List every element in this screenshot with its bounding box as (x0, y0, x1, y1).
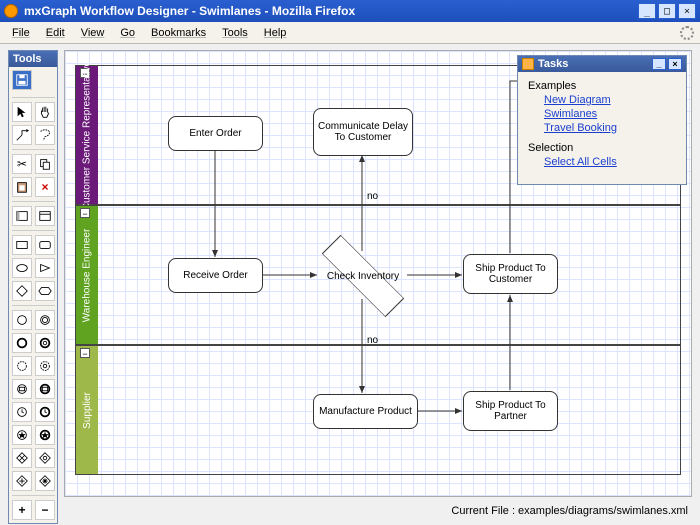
workspace: Tools ✂ × (0, 44, 700, 525)
menu-help[interactable]: Help (258, 25, 293, 41)
circle-dash-double-shape[interactable] (35, 356, 55, 376)
lane-label: Supplier (82, 392, 93, 429)
node-manufacture[interactable]: Manufacture Product (313, 394, 418, 429)
tasks-selection-heading: Selection (528, 142, 676, 154)
window-title: mxGraph Workflow Designer - Swimlanes - … (24, 4, 638, 18)
container-shape[interactable] (35, 206, 55, 226)
circle-dash-shape[interactable] (12, 356, 32, 376)
lasso-tool[interactable] (35, 125, 55, 145)
paste-button[interactable] (12, 177, 32, 197)
node-receive-order[interactable]: Receive Order (168, 258, 263, 293)
minimize-button[interactable]: _ (638, 3, 656, 19)
gateway-o-shape[interactable] (35, 448, 55, 468)
menu-edit[interactable]: Edit (40, 25, 71, 41)
lane-warehouse[interactable]: − Warehouse Engineer Receive Order Check… (75, 205, 681, 345)
delete-button[interactable]: × (35, 177, 55, 197)
menu-view[interactable]: View (75, 25, 111, 41)
cut-button[interactable]: ✂ (12, 154, 32, 174)
node-enter-order[interactable]: Enter Order (168, 116, 263, 151)
firefox-icon (4, 4, 18, 18)
swimlane-shape[interactable] (12, 206, 32, 226)
tools-panel-title: Tools (9, 51, 57, 67)
link-select-all-cells[interactable]: Select All Cells (544, 156, 676, 168)
link-swimlanes[interactable]: Swimlanes (544, 108, 676, 120)
hexagon-shape[interactable] (35, 281, 55, 301)
edge-label-no: no (367, 191, 378, 202)
lane-head-warehouse[interactable]: − Warehouse Engineer (76, 206, 98, 344)
event-envelope-shape[interactable] (12, 379, 32, 399)
menubar: File Edit View Go Bookmarks Tools Help (0, 22, 700, 44)
circle-bold-double-shape[interactable] (35, 333, 55, 353)
node-ship-partner[interactable]: Ship Product To Partner (463, 391, 558, 431)
menu-bookmarks[interactable]: Bookmarks (145, 25, 212, 41)
circle-double-shape[interactable] (35, 310, 55, 330)
gateway-star-shape[interactable] (35, 471, 55, 491)
tasks-close-button[interactable]: × (668, 58, 682, 70)
menu-go[interactable]: Go (114, 25, 141, 41)
link-travel-booking[interactable]: Travel Booking (544, 122, 676, 134)
save-button[interactable] (12, 70, 32, 90)
gateway-x-shape[interactable] (12, 448, 32, 468)
circle-bold-shape[interactable] (12, 333, 32, 353)
event-envelope-bold-shape[interactable] (35, 379, 55, 399)
diamond-shape[interactable] (12, 281, 32, 301)
connect-tool[interactable] (12, 125, 32, 145)
gateway-plus-shape[interactable] (12, 471, 32, 491)
circle-thin-shape[interactable] (12, 310, 32, 330)
ellipse-shape[interactable] (12, 258, 32, 278)
minus-button[interactable]: − (35, 500, 55, 520)
tools-panel: Tools ✂ × (8, 50, 58, 524)
lane-supplier[interactable]: − Supplier Manufacture Product Ship Prod… (75, 345, 681, 475)
menu-tools[interactable]: Tools (216, 25, 254, 41)
rect-shape[interactable] (12, 235, 32, 255)
tasks-icon (522, 58, 534, 70)
lane-label: Customer Service Representative (82, 60, 93, 210)
tasks-panel: Tasks _ × Examples New Diagram Swimlanes… (517, 55, 687, 185)
node-comm-delay[interactable]: Communicate Delay To Customer (313, 108, 413, 156)
node-ship-customer[interactable]: Ship Product To Customer (463, 254, 558, 294)
pan-tool[interactable] (35, 102, 55, 122)
canvas[interactable]: − Customer Service Representative Enter … (64, 50, 692, 497)
status-current-file: Current File : examples/diagrams/swimlan… (451, 505, 688, 517)
roundrect-shape[interactable] (35, 235, 55, 255)
lane-head-supplier[interactable]: − Supplier (76, 346, 98, 474)
triangle-shape[interactable] (35, 258, 55, 278)
tasks-examples-heading: Examples (528, 80, 676, 92)
pointer-tool[interactable] (12, 102, 32, 122)
lane-label: Warehouse Engineer (82, 228, 93, 322)
menu-file[interactable]: File (6, 25, 36, 41)
collapse-icon[interactable]: − (80, 208, 90, 218)
event-star-shape[interactable] (12, 425, 32, 445)
copy-button[interactable] (35, 154, 55, 174)
event-star-bold-shape[interactable] (35, 425, 55, 445)
event-clock-shape[interactable] (12, 402, 32, 422)
edge-label-no: no (367, 335, 378, 346)
lane-head-csr[interactable]: − Customer Service Representative (76, 66, 98, 204)
node-check-inventory[interactable]: Check Inventory (318, 252, 408, 300)
titlebar: mxGraph Workflow Designer - Swimlanes - … (0, 0, 700, 22)
tasks-panel-title: Tasks _ × (518, 56, 686, 72)
loading-spinner-icon (680, 26, 694, 40)
event-clock-bold-shape[interactable] (35, 402, 55, 422)
close-button[interactable]: × (678, 3, 696, 19)
tasks-minimize-button[interactable]: _ (652, 58, 666, 70)
link-new-diagram[interactable]: New Diagram (544, 94, 676, 106)
collapse-icon[interactable]: − (80, 348, 90, 358)
plus-button[interactable]: + (12, 500, 32, 520)
maximize-button[interactable]: □ (658, 3, 676, 19)
